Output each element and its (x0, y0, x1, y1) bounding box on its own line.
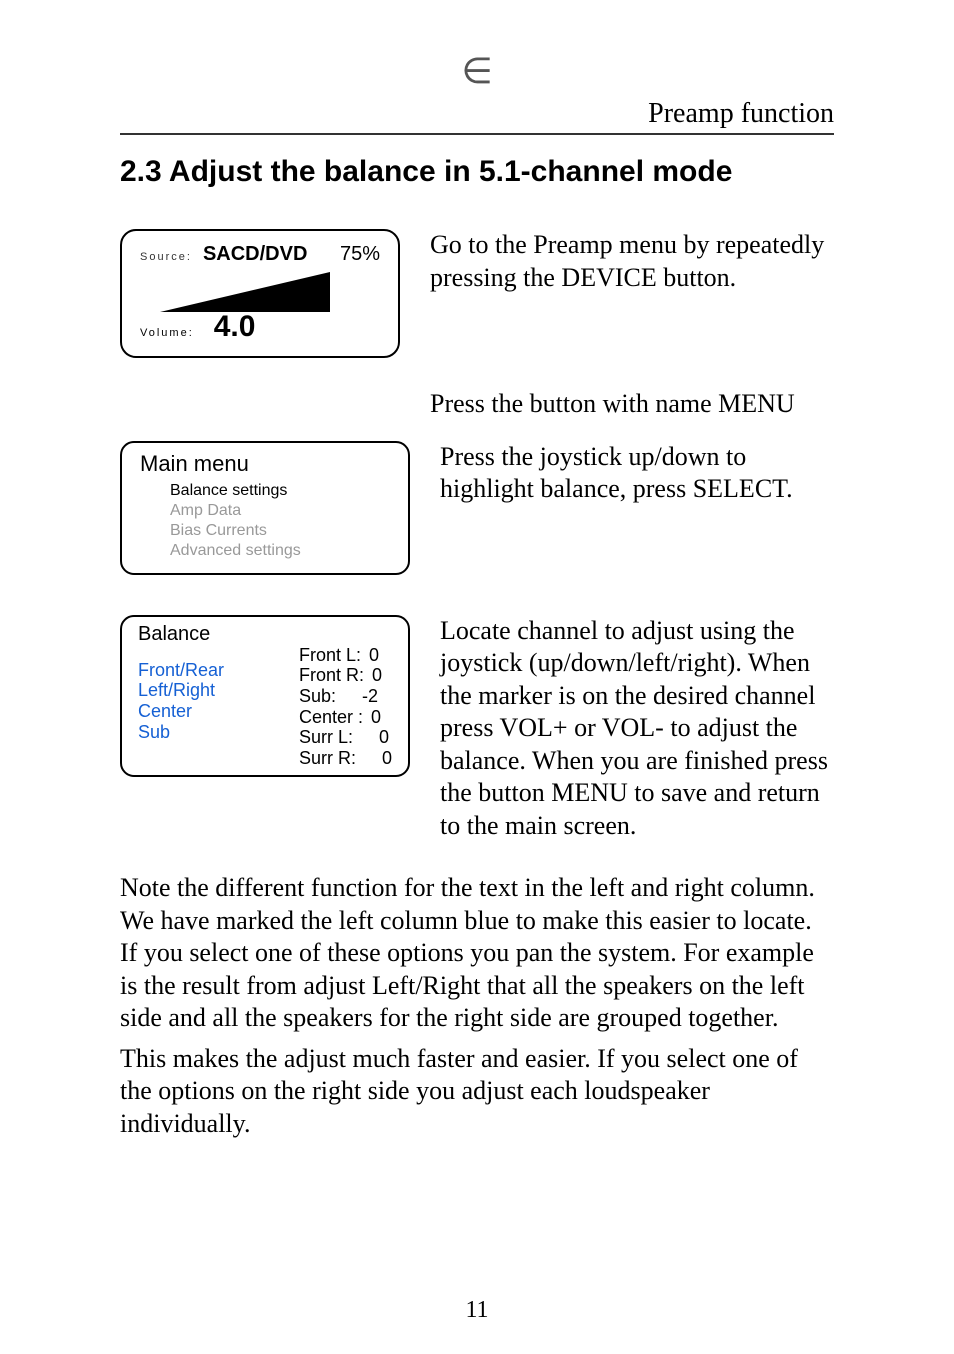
lcd-source-label: Source: (140, 251, 192, 263)
lcd-percent: 75% (340, 243, 380, 266)
menu-item-advanced-settings: Advanced settings (170, 541, 390, 561)
menu-item-amp-data: Amp Data (170, 501, 390, 521)
balance-opt-sub: Sub (138, 722, 279, 743)
note-para-2: This makes the adjust much faster and ea… (120, 1043, 834, 1141)
section-heading: 2.3 Adjust the balance in 5.1-channel mo… (120, 155, 834, 189)
balance-surr-r: Surr R: 0 (299, 748, 392, 769)
main-menu-title: Main menu (140, 451, 390, 477)
instruction-para-4: Locate channel to adjust using the joyst… (440, 615, 834, 843)
lcd-preamp-screen: Source: SACD/DVD 75% Volume: 4.0 (120, 229, 400, 358)
balance-surr-l: Surr L: 0 (299, 727, 392, 748)
page-header: Preamp function (120, 98, 834, 135)
instruction-para-1: Go to the Preamp menu by repeatedly pres… (430, 229, 834, 358)
balance-title: Balance (138, 623, 279, 646)
balance-screen: Balance Front/Rear Left/Right Center Sub… (120, 615, 410, 777)
page-number: 11 (0, 1297, 954, 1324)
balance-front-l: Front L:0 (299, 645, 392, 666)
balance-opt-left-right: Left/Right (138, 680, 279, 701)
menu-item-bias-currents: Bias Currents (170, 521, 390, 541)
top-glyph: ∈ (120, 50, 834, 92)
balance-opt-front-rear: Front/Rear (138, 660, 279, 681)
note-para-1: Note the different function for the text… (120, 872, 834, 1035)
lcd-volume-label: Volume: (140, 327, 194, 339)
instruction-para-3: Press the joystick up/down to highlight … (440, 441, 834, 506)
balance-opt-center: Center (138, 701, 279, 722)
main-menu-screen: Main menu Balance settings Amp Data Bias… (120, 441, 410, 575)
lcd-volume-value: 4.0 (214, 310, 256, 344)
menu-item-balance-settings: Balance settings (170, 481, 390, 501)
balance-front-r: Front R:0 (299, 665, 392, 686)
instruction-para-2: Press the button with name MENU (430, 388, 834, 421)
balance-sub: Sub: -2 (299, 686, 392, 707)
balance-center: Center :0 (299, 707, 392, 728)
lcd-source-value: SACD/DVD (203, 243, 307, 265)
volume-triangle-icon (160, 272, 380, 314)
